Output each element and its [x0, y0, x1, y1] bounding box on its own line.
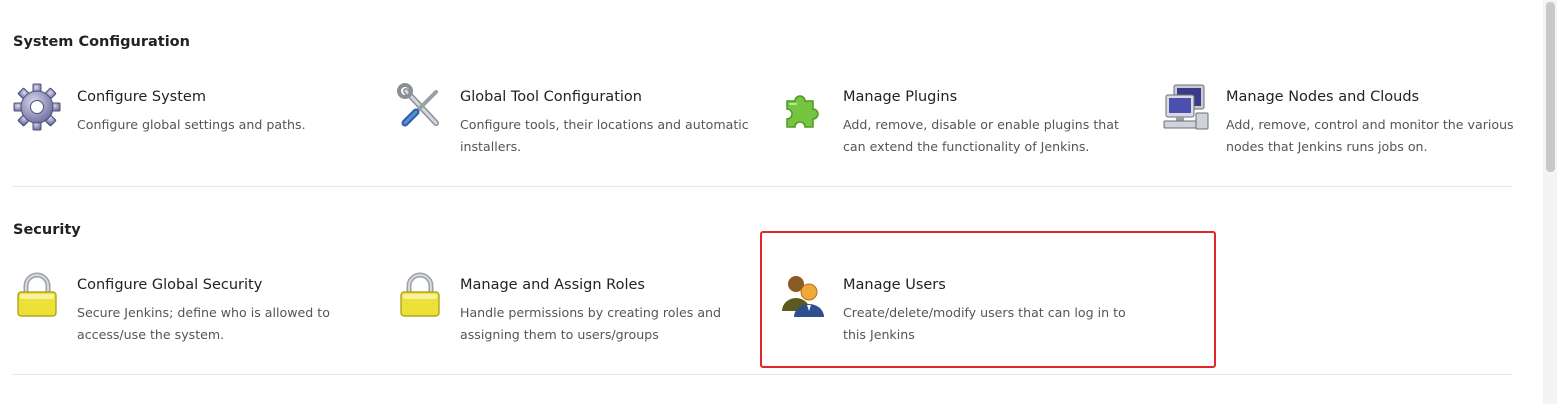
users-icon — [779, 271, 829, 321]
item-description: Secure Jenkins; define who is allowed to… — [77, 305, 330, 342]
item-title: Manage and Assign Roles — [460, 277, 645, 293]
manage-nodes-and-clouds-link[interactable]: Manage Nodes and Clouds Add, remove, con… — [1162, 83, 1532, 163]
item-title: Configure System — [77, 89, 206, 105]
section-divider — [12, 374, 1512, 375]
section-divider — [12, 186, 1512, 187]
lock-icon — [13, 271, 63, 321]
scrollbar-thumb[interactable] — [1546, 2, 1555, 172]
manage-and-assign-roles-link[interactable]: Manage and Assign Roles Handle permissio… — [396, 271, 766, 351]
item-description: Add, remove, disable or enable plugins t… — [843, 117, 1119, 154]
global-tool-configuration-link[interactable]: Global Tool Configuration Configure tool… — [396, 83, 766, 163]
item-description: Configure global settings and paths. — [77, 117, 306, 132]
tools-icon — [396, 83, 446, 133]
configure-system-link[interactable]: Configure System Configure global settin… — [13, 83, 383, 163]
item-description: Create/delete/modify users that can log … — [843, 305, 1126, 342]
item-description: Add, remove, control and monitor the var… — [1226, 117, 1514, 154]
configure-global-security-link[interactable]: Configure Global Security Secure Jenkins… — [13, 271, 383, 351]
section-title-security: Security — [13, 222, 81, 238]
manage-plugins-link[interactable]: Manage Plugins Add, remove, disable or e… — [779, 83, 1149, 163]
item-title: Manage Nodes and Clouds — [1226, 89, 1420, 105]
vertical-scrollbar[interactable] — [1543, 0, 1557, 404]
puzzle-icon — [779, 83, 829, 133]
item-description: Configure tools, their locations and aut… — [460, 117, 749, 154]
item-description: Handle permissions by creating roles and… — [460, 305, 722, 342]
gear-icon — [13, 83, 63, 133]
computer-icon — [1162, 83, 1212, 133]
item-title: Manage Users — [843, 277, 946, 293]
item-title: Manage Plugins — [843, 89, 958, 105]
lock-icon — [396, 271, 446, 321]
manage-jenkins-page: System Configuration Configure System Co… — [0, 0, 1557, 404]
item-title: Configure Global Security — [77, 277, 263, 293]
item-title: Global Tool Configuration — [460, 89, 642, 105]
section-title-system-configuration: System Configuration — [13, 34, 190, 50]
manage-users-link[interactable]: Manage Users Create/delete/modify users … — [779, 271, 1149, 351]
